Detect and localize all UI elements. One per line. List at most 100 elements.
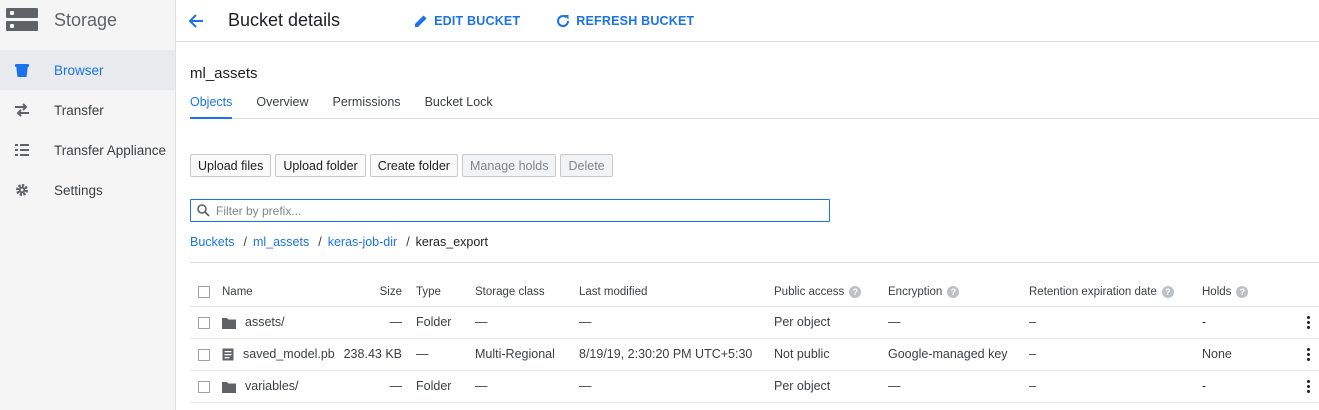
search-icon (197, 204, 210, 217)
col-last-modified[interactable]: Last modified (579, 278, 774, 307)
bucket-name: ml_assets (190, 65, 258, 82)
list-icon (14, 142, 30, 158)
sidebar-item-label: Settings (54, 182, 103, 198)
more-vert-icon[interactable] (1303, 380, 1313, 394)
object-size: — (342, 370, 416, 403)
upload-folder-button[interactable]: Upload folder (275, 154, 366, 177)
object-name[interactable]: saved_model.pb (243, 347, 335, 361)
object-encryption: Google-managed key (888, 338, 1029, 371)
delete-button[interactable]: Delete (560, 154, 613, 177)
col-name[interactable]: Name (222, 278, 342, 307)
more-vert-icon[interactable] (1303, 316, 1313, 330)
col-holds[interactable]: Holds (1202, 286, 1231, 298)
folder-icon (222, 317, 236, 329)
object-public-access: Not public (774, 338, 888, 371)
filter-input[interactable] (216, 203, 816, 218)
tab-bar: Objects Overview Permissions Bucket Lock (190, 95, 1319, 119)
sidebar-item-transfer[interactable]: Transfer (0, 90, 175, 130)
object-retention: – (1029, 370, 1202, 403)
row-checkbox[interactable] (198, 380, 210, 393)
more-vert-icon[interactable] (1303, 348, 1313, 362)
page-title: Bucket details (228, 10, 341, 30)
object-storage-class: — (475, 306, 579, 339)
table-row[interactable]: variables/ — Folder — — Per object — – - (190, 370, 1319, 403)
help-icon[interactable]: ? (1161, 285, 1174, 298)
object-public-access: Per object (774, 306, 888, 339)
object-holds: None (1202, 338, 1285, 371)
file-icon (222, 348, 234, 361)
object-type: — (416, 338, 475, 371)
help-icon[interactable]: ? (849, 285, 862, 298)
main-content: ml_assets Objects Overview Permissions B… (176, 43, 1319, 410)
object-retention: – (1029, 306, 1202, 339)
object-holds: - (1202, 306, 1285, 339)
sidebar-nav: Browser Transfer Transfer Appliance Sett… (0, 50, 175, 210)
manage-holds-button[interactable]: Manage holds (461, 154, 557, 177)
tab-bucket-lock[interactable]: Bucket Lock (425, 95, 493, 119)
object-retention: – (1029, 338, 1202, 371)
object-holds: - (1202, 370, 1285, 403)
gear-icon (14, 182, 30, 198)
sidebar-header: Storage (0, 0, 175, 40)
breadcrumb-separator: / (318, 235, 322, 249)
create-folder-button[interactable]: Create folder (369, 154, 458, 177)
objects-table: Name Size Type Storage class Last modifi… (190, 278, 1319, 403)
topbar: Bucket details EDIT BUCKET REFRESH BUCKE… (176, 0, 1319, 42)
sidebar-item-settings[interactable]: Settings (0, 170, 175, 210)
transfer-arrows-icon (14, 102, 30, 118)
table-row[interactable]: saved_model.pb 238.43 KB — Multi-Regiona… (190, 338, 1319, 371)
col-type[interactable]: Type (416, 278, 475, 307)
refresh-icon (557, 14, 570, 27)
object-last-modified: 8/19/19, 2:30:20 PM UTC+5:30 (579, 338, 774, 371)
col-storage-class[interactable]: Storage class (475, 278, 579, 307)
sidebar-item-browser[interactable]: Browser (0, 50, 175, 90)
pencil-icon (415, 15, 427, 27)
breadcrumb: Buckets / ml_assets / keras-job-dir / ke… (190, 235, 488, 249)
object-public-access: Per object (774, 370, 888, 403)
object-storage-class: Multi-Regional (475, 338, 579, 371)
breadcrumb-ml-assets[interactable]: ml_assets (253, 235, 309, 249)
object-name[interactable]: assets/ (245, 315, 285, 329)
tab-objects[interactable]: Objects (190, 95, 233, 119)
object-name[interactable]: variables/ (245, 379, 299, 393)
object-type: Folder (416, 306, 475, 339)
table-row[interactable]: assets/ — Folder — — Per object — – - (190, 306, 1319, 339)
object-type: Folder (416, 370, 475, 403)
sidebar-item-label: Transfer Appliance (54, 142, 167, 158)
help-icon[interactable]: ? (947, 285, 960, 298)
folder-icon (222, 381, 236, 393)
col-size[interactable]: Size (342, 278, 416, 307)
row-checkbox[interactable] (198, 316, 210, 329)
sidebar-item-label: Transfer (54, 102, 104, 118)
object-last-modified: — (579, 306, 774, 339)
back-arrow-icon[interactable] (184, 9, 208, 33)
col-encryption[interactable]: Encryption (888, 286, 942, 298)
breadcrumb-separator: / (243, 235, 247, 249)
filter-box (190, 199, 830, 222)
object-storage-class: — (475, 370, 579, 403)
object-encryption: — (888, 306, 1029, 339)
row-checkbox[interactable] (198, 348, 210, 361)
col-retention[interactable]: Retention expiration date (1029, 286, 1157, 298)
product-title: Storage (54, 9, 118, 30)
edit-bucket-button[interactable]: EDIT BUCKET (414, 14, 520, 28)
col-public-access[interactable]: Public access (774, 286, 844, 298)
select-all-checkbox[interactable] (198, 285, 210, 298)
breadcrumb-separator: / (406, 235, 410, 249)
help-icon[interactable]: ? (1236, 285, 1249, 298)
refresh-bucket-button[interactable]: REFRESH BUCKET (556, 14, 694, 28)
table-header-row: Name Size Type Storage class Last modifi… (190, 278, 1319, 307)
sidebar: Storage Browser Transfer Transfer Applia… (0, 0, 176, 410)
breadcrumb-buckets[interactable]: Buckets (190, 235, 234, 249)
breadcrumb-keras-job-dir[interactable]: keras-job-dir (328, 235, 397, 249)
upload-files-button[interactable]: Upload files (190, 154, 272, 177)
object-size: 238.43 KB (342, 338, 416, 371)
breadcrumb-current: keras_export (415, 235, 488, 249)
bucket-icon (14, 62, 30, 78)
object-encryption: — (888, 370, 1029, 403)
sidebar-item-transfer-appliance[interactable]: Transfer Appliance (0, 130, 175, 170)
edit-bucket-label: EDIT BUCKET (434, 13, 521, 28)
sidebar-item-label: Browser (54, 62, 104, 78)
tab-permissions[interactable]: Permissions (332, 95, 400, 119)
tab-overview[interactable]: Overview (256, 95, 308, 119)
